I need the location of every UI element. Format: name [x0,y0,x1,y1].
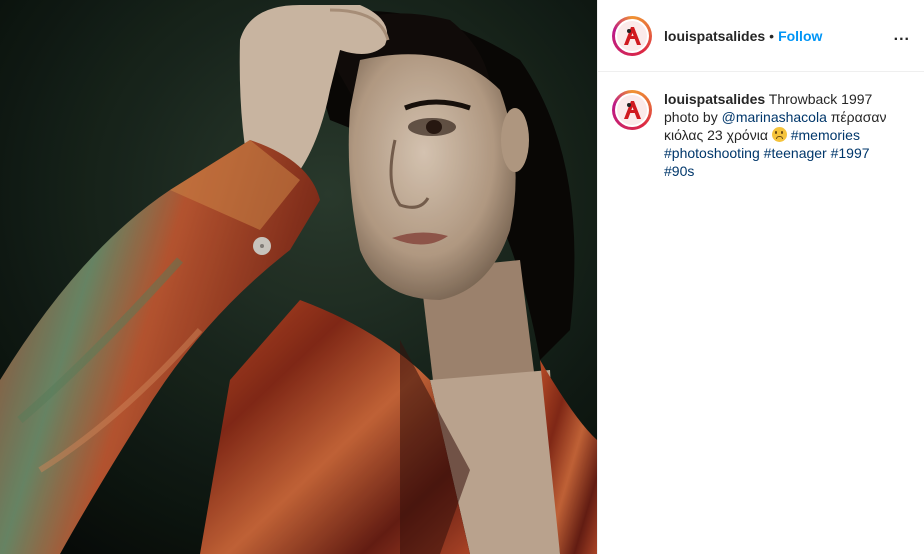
header-separator: • [769,27,775,44]
header-username[interactable]: louispatsalides [664,28,765,44]
avatar-logo-icon [617,95,647,125]
sad-face-emoji-icon [771,127,787,142]
post-header: louispatsalides • Follow ... [598,0,924,72]
follow-button[interactable]: Follow [778,28,822,44]
hashtag-link[interactable]: #90s [664,163,694,179]
post-photo-image [0,0,597,554]
mention-link[interactable]: @marinashacola [722,109,827,125]
hashtag-link[interactable]: #1997 [831,145,870,161]
avatar-logo-icon [617,20,647,51]
hashtag-link[interactable]: #photoshooting [664,145,760,161]
instagram-post: louispatsalides • Follow ... louispatsal… [0,0,924,554]
caption-avatar[interactable] [612,90,652,130]
hashtag-link[interactable]: #teenager [764,145,827,161]
more-options-icon[interactable]: ... [894,27,910,44]
post-sidebar: louispatsalides • Follow ... louispatsal… [597,0,924,554]
hashtag-link[interactable]: #memories [791,127,860,143]
caption-text: louispatsalides Throwback 1997 photo by … [664,90,902,180]
caption-username[interactable]: louispatsalides [664,91,765,107]
post-photo[interactable] [0,0,597,554]
post-caption: louispatsalides Throwback 1997 photo by … [598,72,924,180]
avatar[interactable] [612,15,652,56]
